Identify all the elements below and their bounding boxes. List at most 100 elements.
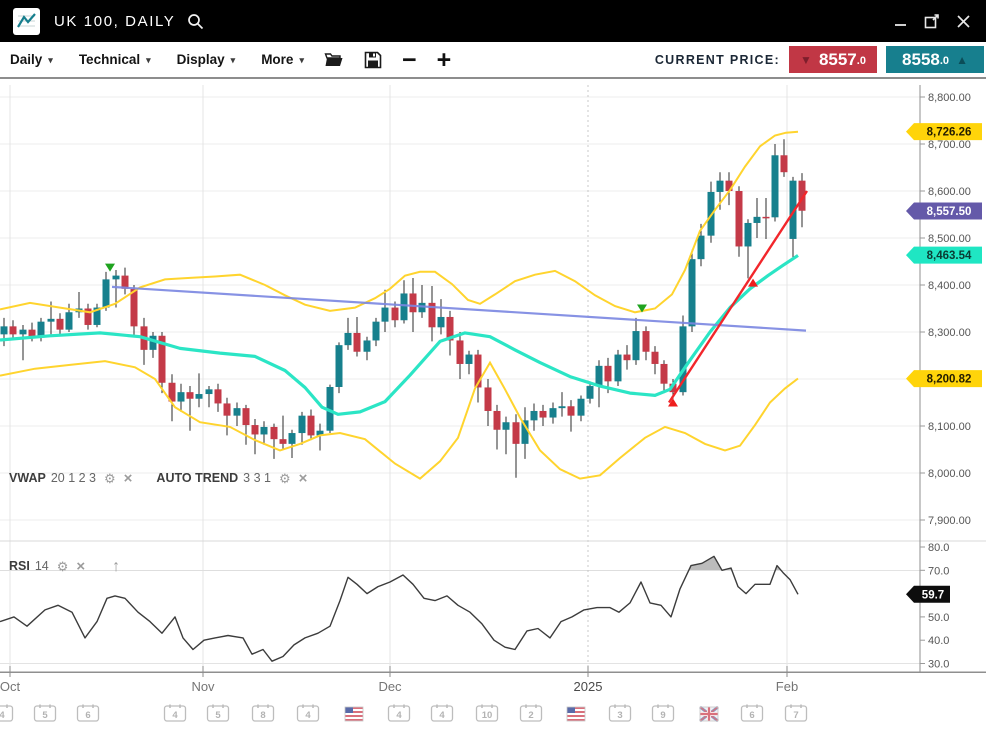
sell-price-button[interactable]: ▼ 8557 .0 (789, 46, 877, 73)
svg-text:5: 5 (215, 710, 221, 721)
rsi-move-up-icon[interactable]: ↑ (112, 560, 120, 573)
popout-icon[interactable] (921, 10, 943, 32)
rsi-indicator-params: 14 (35, 559, 49, 573)
menu-display-label: Display (177, 52, 225, 67)
rsi-remove-icon[interactable]: × (76, 560, 85, 573)
chevron-down-icon: ▾ (299, 55, 304, 66)
calendar-event-icon[interactable]: 4 (432, 705, 453, 722)
svg-text:8,200.82: 8,200.82 (927, 374, 972, 386)
svg-text:50.0: 50.0 (928, 612, 949, 624)
svg-text:7,900.00: 7,900.00 (928, 515, 971, 527)
calendar-event-icon[interactable]: 4 (389, 705, 410, 722)
svg-text:2: 2 (528, 710, 533, 721)
menu-more[interactable]: More ▾ (261, 52, 304, 67)
save-icon[interactable] (364, 51, 382, 69)
calendar-event-icon[interactable]: 4 (165, 705, 186, 722)
calendar-event-icon[interactable]: 6 (78, 705, 99, 722)
us-flag-icon[interactable] (567, 707, 585, 721)
vwap-remove-icon[interactable]: × (124, 472, 133, 485)
window-controls (890, 10, 974, 32)
search-icon[interactable] (187, 13, 204, 30)
chevron-down-icon: ▾ (48, 55, 53, 66)
price-tag: 8,557.50 (906, 202, 982, 219)
autotrend-remove-icon[interactable]: × (299, 472, 308, 485)
vwap-indicator-label: VWAP (9, 471, 46, 485)
candlesticks (1, 139, 806, 477)
svg-text:8,726.26: 8,726.26 (927, 127, 972, 139)
calendar-event-icon[interactable]: 7 (786, 705, 807, 722)
chart-title: UK 100, DAILY (54, 13, 175, 30)
uk-flag-icon[interactable] (700, 707, 718, 721)
buy-price-value: 8558 (902, 50, 940, 70)
price-tag: 8,726.26 (906, 123, 982, 140)
svg-text:Dec: Dec (378, 679, 402, 694)
toolbar: Daily ▾ Technical ▾ Display ▾ More ▾ − +… (0, 42, 986, 79)
price-tag: 8,200.82 (906, 370, 982, 387)
title-bar: UK 100, DAILY (0, 0, 986, 42)
svg-text:59.7: 59.7 (922, 589, 944, 601)
svg-text:8,800.00: 8,800.00 (928, 92, 971, 104)
menu-technical[interactable]: Technical ▾ (79, 52, 151, 67)
sell-price-decimal: .0 (857, 55, 866, 67)
price-down-arrow-icon: ▼ (800, 53, 812, 67)
autotrend-settings-gear-icon[interactable]: ⚙ (279, 472, 291, 485)
calendar-event-icon[interactable]: 5 (208, 705, 229, 722)
calendar-event-icon[interactable]: 2 (521, 705, 542, 722)
price-tag: 59.7 (906, 586, 950, 603)
svg-text:Nov: Nov (191, 679, 215, 694)
calendar-event-icon[interactable]: 8 (253, 705, 274, 722)
calendar-event-icon[interactable]: 3 (610, 705, 631, 722)
open-folder-icon[interactable] (324, 51, 344, 68)
svg-text:4: 4 (305, 710, 311, 721)
svg-text:80.0: 80.0 (928, 542, 949, 554)
sell-price-value: 8557 (819, 50, 857, 70)
vwap-indicator-params: 20 1 2 3 (51, 471, 96, 485)
calendar-event-icon[interactable]: 5 (35, 705, 56, 722)
close-icon[interactable] (952, 10, 974, 32)
rsi-indicator-row: RSI 14 ⚙ × ↑ (9, 559, 120, 573)
menu-timeframe[interactable]: Daily ▾ (10, 52, 53, 67)
resistance-trendline (112, 287, 806, 331)
svg-text:8,000.00: 8,000.00 (928, 468, 971, 480)
economic-events-row[interactable]: 4 5 6 4 5 8 4 4 4 10 2 3 9 6 7 (0, 705, 807, 722)
price-tag: 8,463.54 (906, 247, 982, 264)
us-flag-icon[interactable] (345, 707, 363, 721)
rsi-settings-gear-icon[interactable]: ⚙ (57, 560, 69, 573)
svg-text:8,400.00: 8,400.00 (928, 280, 971, 292)
svg-text:7: 7 (793, 710, 798, 721)
svg-text:70.0: 70.0 (928, 565, 949, 577)
menu-technical-label: Technical (79, 52, 140, 67)
svg-text:6: 6 (749, 710, 754, 721)
svg-text:30.0: 30.0 (928, 659, 949, 671)
pane-borders (0, 85, 986, 677)
minimize-icon[interactable] (890, 10, 912, 32)
calendar-event-icon[interactable]: 9 (653, 705, 674, 722)
zoom-in-icon[interactable]: + (437, 50, 452, 70)
menu-more-label: More (261, 52, 293, 67)
price-up-arrow-icon: ▲ (956, 53, 968, 67)
price-chart-canvas[interactable]: 8,800.008,700.008,600.008,500.008,400.00… (0, 0, 986, 730)
svg-text:4: 4 (0, 710, 5, 721)
buy-price-button[interactable]: 8558 .0 ▲ (886, 46, 984, 73)
svg-text:6: 6 (85, 710, 90, 721)
calendar-event-icon[interactable]: 4 (0, 705, 13, 722)
menu-display[interactable]: Display ▾ (177, 52, 236, 67)
chevron-down-icon: ▾ (146, 55, 151, 66)
rsi-indicator-label: RSI (9, 559, 30, 573)
vwap-settings-gear-icon[interactable]: ⚙ (104, 472, 116, 485)
autotrend-indicator-label: AUTO TREND (156, 471, 238, 485)
svg-text:8,100.00: 8,100.00 (928, 421, 971, 433)
svg-text:8,500.00: 8,500.00 (928, 233, 971, 245)
svg-text:4: 4 (396, 710, 402, 721)
zoom-out-icon[interactable]: − (402, 50, 417, 70)
calendar-event-icon[interactable]: 6 (742, 705, 763, 722)
svg-text:Feb: Feb (776, 679, 798, 694)
svg-text:4: 4 (439, 710, 445, 721)
calendar-event-icon[interactable]: 10 (477, 705, 498, 722)
svg-text:10: 10 (482, 710, 493, 721)
svg-text:4: 4 (172, 710, 178, 721)
calendar-event-icon[interactable]: 4 (298, 705, 319, 722)
svg-text:8: 8 (260, 710, 265, 721)
svg-text:8,600.00: 8,600.00 (928, 186, 971, 198)
svg-text:40.0: 40.0 (928, 635, 949, 647)
